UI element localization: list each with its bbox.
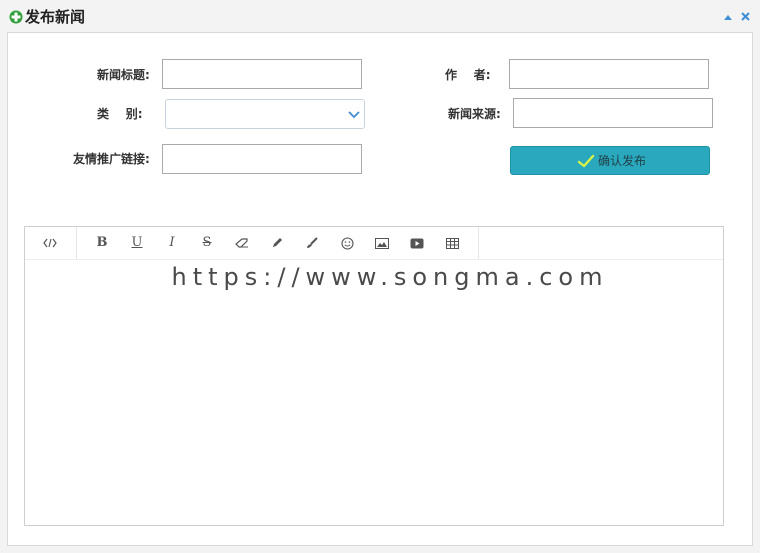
bold-icon[interactable]: B — [92, 233, 112, 253]
dialog-title: 发布新闻 — [25, 8, 86, 26]
toolbar-separator — [478, 227, 479, 259]
source-input[interactable] — [513, 98, 713, 128]
close-icon[interactable] — [740, 11, 751, 22]
author-input[interactable] — [509, 59, 709, 89]
chevron-down-icon — [348, 111, 360, 119]
pencil-icon[interactable] — [267, 233, 287, 253]
table-icon[interactable] — [442, 233, 462, 253]
promo-link-label: 友情推广链接: — [73, 152, 150, 166]
underline-icon[interactable]: U — [127, 233, 147, 253]
strikethrough-icon[interactable]: S — [197, 233, 217, 253]
promo-link-input[interactable] — [162, 144, 362, 174]
checkmark-icon — [577, 154, 595, 168]
brush-icon[interactable] — [302, 233, 322, 253]
editor-content-area[interactable] — [25, 260, 723, 525]
confirm-publish-label: 确认发布 — [598, 154, 647, 168]
rich-text-editor: B U I S https://www.songma.com — [24, 226, 724, 526]
news-title-label: 新闻标题: — [97, 68, 150, 82]
eraser-icon[interactable] — [232, 233, 252, 253]
toolbar-separator — [76, 227, 77, 259]
video-icon[interactable] — [407, 233, 427, 253]
category-select[interactable] — [165, 99, 365, 129]
publish-news-dialog: 发布新闻 新闻标题: 作 者: 类 别: 新闻来源: 友情推广链接: 确认发布 … — [0, 0, 760, 553]
confirm-publish-button[interactable]: 确认发布 — [510, 146, 710, 175]
image-icon[interactable] — [372, 233, 392, 253]
source-code-icon[interactable] — [40, 233, 60, 253]
author-label: 作 者: — [445, 68, 491, 82]
form-panel: 新闻标题: 作 者: 类 别: 新闻来源: 友情推广链接: 确认发布 B U I… — [7, 32, 753, 546]
dialog-titlebar: 发布新闻 — [0, 0, 760, 32]
smiley-icon[interactable] — [337, 233, 357, 253]
italic-icon[interactable]: I — [162, 233, 182, 253]
news-title-input[interactable] — [162, 59, 362, 89]
source-label: 新闻来源: — [448, 107, 501, 121]
editor-toolbar: B U I S — [25, 227, 723, 260]
collapse-up-icon[interactable] — [723, 12, 733, 22]
add-circle-icon — [9, 10, 23, 24]
category-label: 类 别: — [97, 107, 143, 121]
